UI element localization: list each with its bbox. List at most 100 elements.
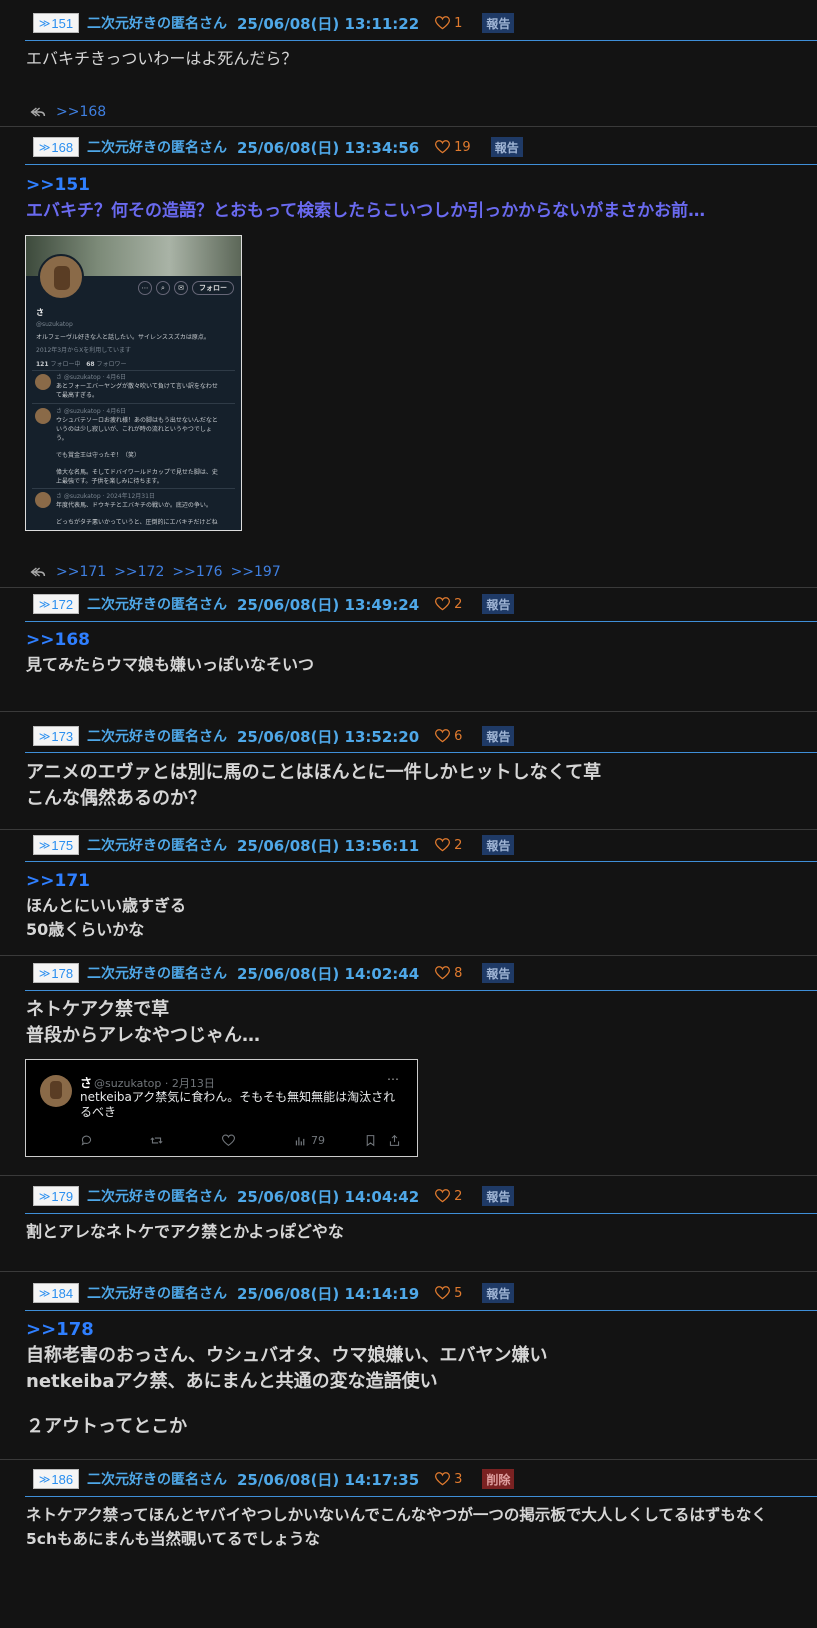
reply-link[interactable]: >>172 <box>114 564 164 580</box>
follow-button: フォロー <box>192 281 234 295</box>
attached-screenshot[interactable]: ⋯ ⌕ ✉ フォロー さ @suzukatop オルフェーヴル好きな人と話したい… <box>25 235 242 531</box>
post-date: 25/06/08(日) 13:56:11 <box>237 836 420 855</box>
divider <box>32 370 235 371</box>
like-button[interactable]: 2 <box>435 1189 462 1204</box>
post-separator <box>0 126 817 127</box>
reply-icon[interactable] <box>80 1134 93 1147</box>
more-icon: ⋯ <box>138 281 152 295</box>
like-button[interactable]: 3 <box>435 1472 462 1487</box>
post-text: 普段からアレなやつじゃん… <box>26 1025 260 1046</box>
res-number-button[interactable]: ≫ 184 <box>33 1283 79 1303</box>
like-count: 1 <box>454 15 463 31</box>
res-number-button[interactable]: ≫ 151 <box>33 13 79 33</box>
anchor-link[interactable]: >>178 <box>26 1317 547 1343</box>
report-button[interactable]: 報告 <box>482 835 515 855</box>
reply-link[interactable]: >>171 <box>56 564 106 580</box>
anchor-link[interactable]: >>168 <box>26 627 314 653</box>
search-icon: ⌕ <box>156 281 170 295</box>
post-header: ≫ 151 二次元好きの匿名さん 25/06/08(日) 13:11:22 1 報… <box>33 12 515 34</box>
like-count: 5 <box>454 1285 463 1301</box>
post-header: ≫ 172 二次元好きの匿名さん 25/06/08(日) 13:49:24 2 報… <box>33 593 515 615</box>
res-number-button[interactable]: ≫ 179 <box>33 1186 79 1206</box>
post-date: 25/06/08(日) 13:11:22 <box>237 14 420 33</box>
like-count: 19 <box>454 139 471 155</box>
report-button[interactable]: 報告 <box>482 594 515 614</box>
report-button[interactable]: 報告 <box>482 963 515 983</box>
more-icon[interactable]: ⋯ <box>387 1072 399 1086</box>
tweet-text: ウシュバテソーロお疲れ様！あの脚はもう出せないんだなと <box>56 417 218 424</box>
divider <box>32 403 235 404</box>
anchor-link[interactable]: >>171 <box>26 868 186 894</box>
post-text: netkeibaアク禁、あにまんと共通の変な造語使い <box>26 1371 438 1392</box>
like-button[interactable]: 2 <box>435 597 462 612</box>
res-number-button[interactable]: ≫ 186 <box>33 1469 79 1489</box>
post-text: 見てみたらウマ娘も嫌いっぽいなそいつ <box>26 655 315 674</box>
report-button[interactable]: 報告 <box>490 137 523 157</box>
res-number-button[interactable]: ≫ 168 <box>33 137 79 157</box>
profile-name: さ <box>36 308 44 317</box>
heart-icon <box>435 729 451 743</box>
post-header: ≫ 175 二次元好きの匿名さん 25/06/08(日) 13:56:11 2 報… <box>33 834 515 856</box>
anchor-link[interactable]: >>151 <box>26 172 705 198</box>
tweet-text: 上最強です。子供を楽しみに待ちます。 <box>56 478 163 485</box>
like-button[interactable]: 6 <box>435 729 462 744</box>
header-divider <box>25 861 817 862</box>
post-text: ネトケアク禁ってほんとヤバイやつしかいないんでこんなやつが一つの掲示板で大人しく… <box>26 1506 767 1524</box>
tweet-avatar <box>35 408 51 424</box>
report-button[interactable]: 報告 <box>482 13 515 33</box>
tweet-text: て最高すぎる。 <box>56 392 99 399</box>
retweet-icon[interactable] <box>150 1134 163 1147</box>
res-number-button[interactable]: ≫ 178 <box>33 963 79 983</box>
like-count: 6 <box>454 728 463 744</box>
post-header: ≫ 184 二次元好きの匿名さん 25/06/08(日) 14:14:19 5 報… <box>33 1282 515 1304</box>
header-divider <box>25 990 817 991</box>
post-body: エバキチきっついわーはよ死んだら？ <box>26 47 297 71</box>
delete-button[interactable]: 削除 <box>482 1469 515 1489</box>
report-button[interactable]: 報告 <box>482 1283 515 1303</box>
like-count: 8 <box>454 965 463 981</box>
like-button[interactable]: 2 <box>435 838 462 853</box>
like-button[interactable]: 19 <box>435 140 471 155</box>
post-body: ネトケアク禁で草 普段からアレなやつじゃん… <box>26 997 260 1049</box>
reply-link[interactable]: >>197 <box>231 564 281 580</box>
res-number-button[interactable]: ≫ 173 <box>33 726 79 746</box>
heart-icon <box>435 838 451 852</box>
author-name: 二次元好きの匿名さん <box>87 16 227 32</box>
like-button[interactable]: 1 <box>435 16 462 31</box>
post-body: ネトケアク禁ってほんとヤバイやつしかいないんでこんなやつが一つの掲示板で大人しく… <box>26 1503 767 1551</box>
author-name: 二次元好きの匿名さん <box>87 1472 227 1488</box>
post-date: 25/06/08(日) 13:49:24 <box>237 595 420 614</box>
share-icon[interactable] <box>388 1134 401 1147</box>
res-number-button[interactable]: ≫ 172 <box>33 594 79 614</box>
views-icon[interactable]: 79 <box>294 1134 325 1147</box>
tweet-text: あとフォーエバーヤングが散々吹いて負けて言い訳をなわせ <box>56 383 218 390</box>
post-text <box>26 1395 547 1414</box>
post-text: エバキチ？何その造語？とおもって検索したらこいつしか引っかからないがまさかお前… <box>26 201 706 221</box>
post-text: こんな偶然あるのか？ <box>26 788 206 809</box>
embedded-tweet[interactable]: さ @suzukatop · 2月13日 ⋯ netkeibaアク禁気に食わん。… <box>25 1059 418 1157</box>
report-button[interactable]: 報告 <box>482 726 515 746</box>
report-button[interactable]: 報告 <box>482 1186 515 1206</box>
res-number-button[interactable]: ≫ 175 <box>33 835 79 855</box>
reply-link[interactable]: >>176 <box>172 564 222 580</box>
header-divider <box>25 752 817 753</box>
like-button[interactable]: 8 <box>435 966 462 981</box>
post-separator <box>0 1175 817 1176</box>
tweet-text: いうのは少し寂しいが、これが時の流れというやつでしょ <box>56 426 212 433</box>
profile-handle: @suzukatop <box>36 321 73 328</box>
like-count: 2 <box>454 596 463 612</box>
tweet-handle: @suzukatop · 2月13日 <box>94 1077 215 1090</box>
post-date: 25/06/08(日) 13:34:56 <box>237 138 420 157</box>
like-icon[interactable] <box>222 1134 235 1147</box>
author-name: 二次元好きの匿名さん <box>87 597 227 613</box>
author-name: 二次元好きの匿名さん <box>87 966 227 982</box>
like-button[interactable]: 5 <box>435 1286 462 1301</box>
reply-icon <box>30 107 46 117</box>
tweet-meta: さ @suzukatop · 2024年12月31日 <box>56 493 155 500</box>
post-header: ≫ 173 二次元好きの匿名さん 25/06/08(日) 13:52:20 6 報… <box>33 725 515 747</box>
post-text: アニメのエヴァとは別に馬のことはほんとに一件しかヒットしなくて草 <box>26 762 602 783</box>
reply-link[interactable]: >>168 <box>56 104 106 120</box>
post-separator <box>0 829 817 830</box>
header-divider <box>25 1310 817 1311</box>
bookmark-icon[interactable] <box>364 1134 377 1147</box>
